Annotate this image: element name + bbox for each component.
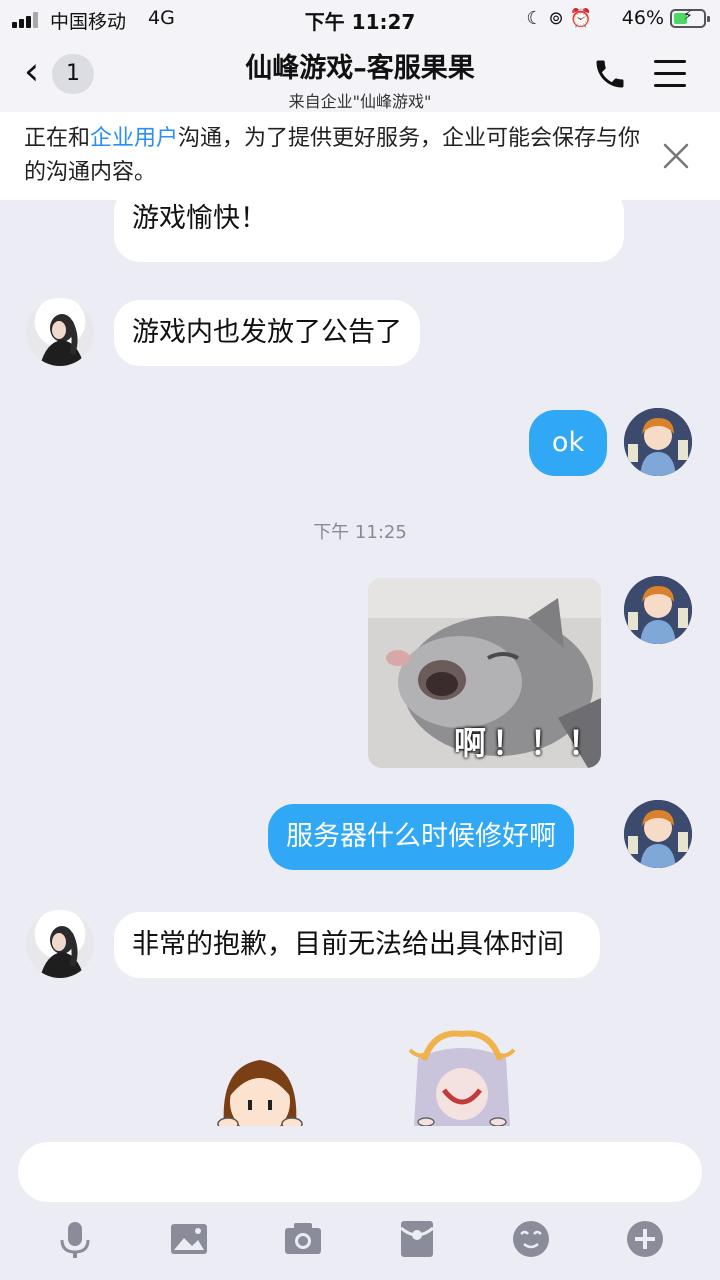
battery-icon: ⚡ <box>670 8 710 28</box>
alarm-icon: ⏰ <box>569 8 598 29</box>
microphone-icon[interactable] <box>54 1218 96 1260</box>
message-bubble-incoming[interactable]: 非常的抱歉，目前无法给出具体时间 <box>114 912 600 978</box>
close-icon[interactable] <box>662 142 690 170</box>
phone-icon[interactable] <box>592 56 628 92</box>
red-packet-icon[interactable] <box>396 1218 438 1260</box>
status-icons: ☾⊚⏰ <box>526 8 598 29</box>
status-time: 下午 11:27 <box>304 10 416 34</box>
message-bubble-outgoing[interactable]: ok <box>529 410 607 476</box>
my-avatar[interactable] <box>624 576 692 644</box>
moon-icon: ☾ <box>526 8 549 29</box>
rotation-lock-icon: ⊚ <box>548 8 570 29</box>
my-avatar[interactable] <box>624 800 692 868</box>
battery-percent: 46% <box>621 7 664 29</box>
peeking-character-sticker <box>408 1030 516 1126</box>
plus-icon[interactable] <box>624 1218 666 1260</box>
input-bar <box>0 1126 720 1280</box>
emoji-icon[interactable] <box>510 1218 552 1260</box>
peeking-girl-sticker <box>217 1060 303 1126</box>
my-avatar[interactable] <box>624 408 692 476</box>
message-bubble-incoming[interactable]: 游戏愉快！ <box>114 200 624 262</box>
notice-text: 正在和企业用户沟通，为了提供更好服务，企业可能会保存与你的沟通内容。 <box>24 126 641 185</box>
chat-header: ‹ 1 仙峰游戏–客服果果 来自企业"仙峰游戏" <box>0 38 720 112</box>
status-bar: 中国移动 4G 下午 11:27 ☾⊚⏰ 46% ⚡ <box>0 0 720 38</box>
message-timestamp: 下午 11:25 <box>313 522 407 543</box>
sticker-message[interactable]: 啊！！！ <box>368 578 601 768</box>
camera-icon[interactable] <box>282 1218 324 1260</box>
image-icon[interactable] <box>168 1218 210 1260</box>
agent-avatar[interactable] <box>26 910 94 978</box>
privacy-notice: 正在和企业用户沟通，为了提供更好服务，企业可能会保存与你的沟通内容。 <box>0 112 720 200</box>
message-bubble-outgoing[interactable]: 服务器什么时候修好啊 <box>268 804 574 870</box>
agent-avatar[interactable] <box>26 298 94 366</box>
message-input[interactable] <box>18 1142 702 1202</box>
sticker-caption: 啊！！！ <box>454 724 601 762</box>
menu-icon[interactable] <box>654 60 686 88</box>
message-list[interactable]: 游戏愉快！ 游戏内也发放了公告了 ok 下午 11:25 啊！！！ 服务器什么时… <box>0 200 720 1126</box>
enterprise-user-link[interactable]: 企业用户 <box>90 126 178 151</box>
message-bubble-incoming[interactable]: 游戏内也发放了公告了 <box>114 300 420 366</box>
